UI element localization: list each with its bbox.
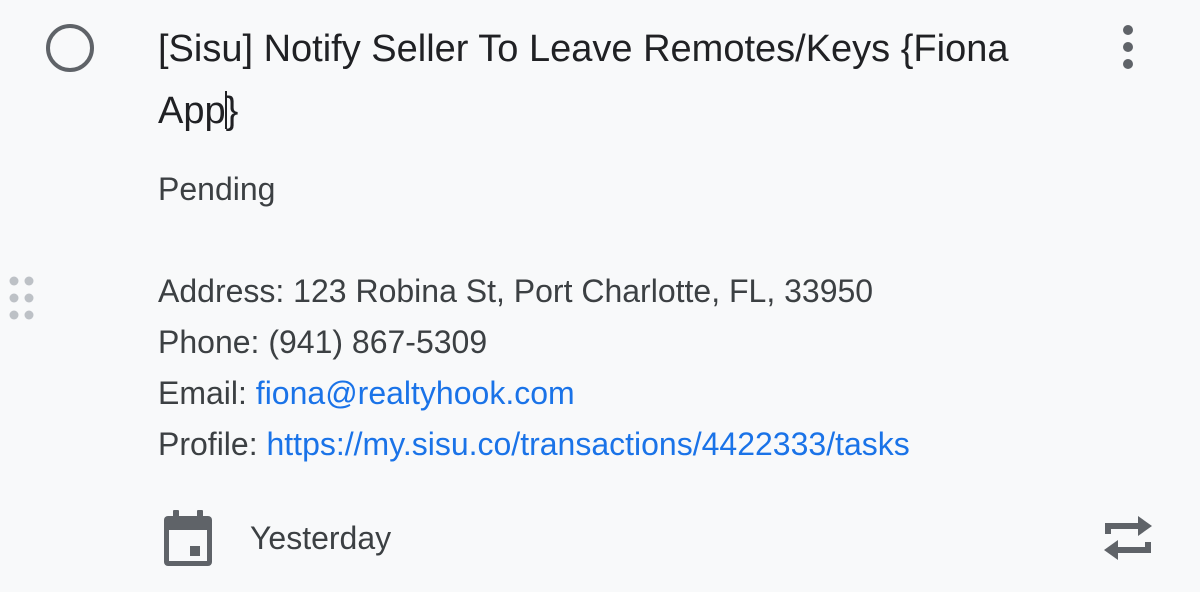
phone-line: Phone: (941) 867-5309 — [158, 324, 488, 360]
due-date-chip[interactable]: Yesterday — [160, 508, 391, 568]
task-details[interactable]: Pending Address: 123 Robina St, Port Cha… — [158, 164, 1188, 470]
email-link[interactable]: fiona@realtyhook.com — [256, 375, 575, 411]
complete-task-checkbox[interactable] — [46, 24, 94, 72]
email-line: Email: fiona@realtyhook.com — [158, 368, 1188, 419]
profile-link[interactable]: https://my.sisu.co/transactions/4422333/… — [266, 426, 909, 462]
task-title-text: [Sisu] Notify Seller To Leave Remotes/Ke… — [158, 28, 1009, 132]
due-date-label: Yesterday — [250, 519, 392, 556]
task-status: Pending — [158, 171, 276, 207]
address-line: Address: 123 Robina St, Port Charlotte, … — [158, 273, 874, 309]
drag-indicator-icon[interactable] — [6, 274, 38, 322]
task-card: [Sisu] Notify Seller To Leave Remotes/Ke… — [0, 0, 1200, 592]
email-label: Email: — [158, 375, 256, 411]
profile-line: Profile: https://my.sisu.co/transactions… — [158, 419, 1188, 470]
task-title-text-end: } — [225, 90, 239, 132]
more-vert-icon[interactable] — [1112, 22, 1144, 72]
task-title[interactable]: [Sisu] Notify Seller To Leave Remotes/Ke… — [158, 18, 1078, 142]
repeat-icon[interactable] — [1100, 510, 1156, 566]
profile-label: Profile: — [158, 426, 267, 462]
calendar-event-icon — [164, 510, 212, 566]
